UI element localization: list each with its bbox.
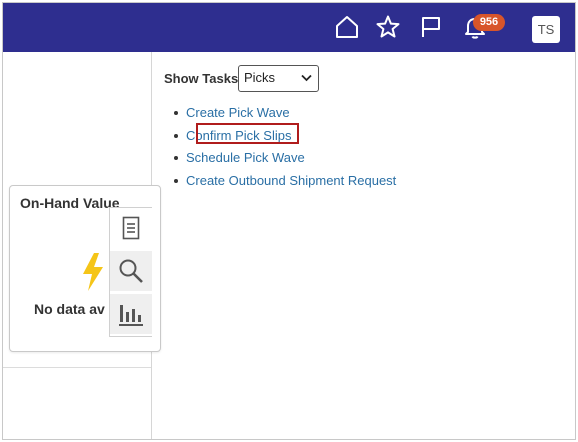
notification-count-badge[interactable]: 956: [473, 14, 505, 31]
task-list-item: Confirm Pick Slips: [173, 127, 396, 150]
search-icon[interactable]: [110, 251, 152, 291]
flag-icon[interactable]: [417, 13, 445, 41]
task-list-item: Create Outbound Shipment Request: [173, 172, 396, 195]
task-list: Create Pick Wave Confirm Pick Slips Sche…: [173, 104, 396, 195]
lightning-bolt-icon: [83, 253, 103, 291]
create-outbound-shipment-request-link[interactable]: Create Outbound Shipment Request: [186, 173, 396, 188]
report-icon[interactable]: [110, 208, 152, 248]
chevron-down-icon: [301, 74, 312, 82]
select-value: Picks: [244, 70, 276, 85]
global-header: 956 TS: [3, 3, 575, 52]
card-title: On-Hand Value: [20, 195, 120, 211]
create-pick-wave-link[interactable]: Create Pick Wave: [186, 105, 290, 120]
show-tasks-label: Show Tasks: [164, 71, 239, 86]
tasks-panel: Show Tasks Picks Create Pick Wave Confir…: [152, 52, 575, 439]
bar-chart-icon[interactable]: [110, 294, 152, 334]
left-panel: On-Hand Value No data av: [3, 52, 161, 439]
task-list-item: Create Pick Wave: [173, 104, 396, 127]
favorites-star-icon[interactable]: [374, 13, 402, 41]
app-window: 956 TS On-Hand Value No data av Show Tas…: [2, 2, 576, 440]
no-data-message: No data av: [34, 301, 105, 317]
task-list-item: Schedule Pick Wave: [173, 149, 396, 172]
home-icon[interactable]: [333, 13, 361, 41]
task-category-select[interactable]: Picks: [238, 65, 319, 92]
card-toolbar: [109, 207, 152, 337]
schedule-pick-wave-link[interactable]: Schedule Pick Wave: [186, 150, 305, 165]
user-avatar[interactable]: TS: [532, 16, 560, 43]
panel-divider: [3, 367, 151, 368]
confirm-pick-slips-link[interactable]: Confirm Pick Slips: [186, 128, 291, 143]
